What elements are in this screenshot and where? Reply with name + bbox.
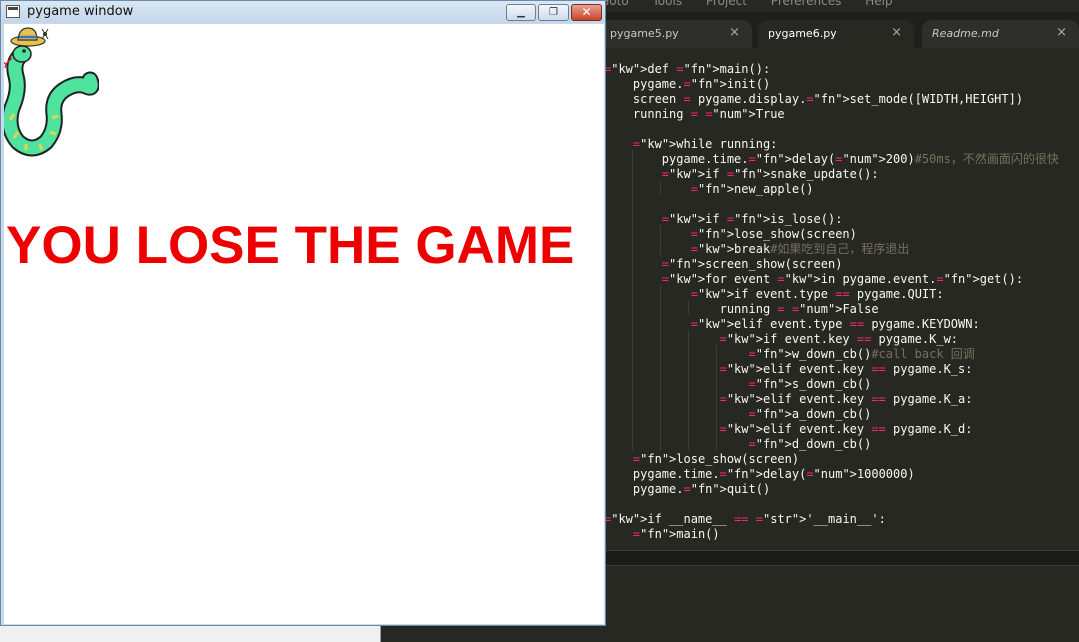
tab-label: pygame6.py xyxy=(768,27,837,40)
window-title: pygame window xyxy=(27,4,134,19)
code-line[interactable]: ="kw">elif event.type == pygame.KEYDOWN: xyxy=(604,317,1059,332)
window-titlebar[interactable]: pygame window ▁ ❐ ✕ xyxy=(1,1,605,23)
tab-label: pygame5.py xyxy=(610,27,679,40)
code-line[interactable] xyxy=(604,497,1059,512)
menu-preferences[interactable]: Preferences xyxy=(771,0,842,8)
maximize-button[interactable]: ❐ xyxy=(538,4,569,21)
code-line[interactable]: pygame.time.="fn">delay(="num">1000000) xyxy=(604,467,1059,482)
tab-label: Readme.md xyxy=(932,27,999,40)
tab-close-icon[interactable]: × xyxy=(1056,25,1067,40)
code-line[interactable]: ="fn">main() xyxy=(604,527,1059,542)
code-line[interactable]: ="kw">def ="fn">main(): xyxy=(604,62,1059,77)
pygame-window[interactable]: pygame window ▁ ❐ ✕ YOU LOSE THE GAME xyxy=(0,0,606,626)
game-canvas[interactable]: YOU LOSE THE GAME xyxy=(4,24,604,624)
code-line[interactable]: ="kw">elif event.key == pygame.K_s: xyxy=(604,362,1059,377)
editor-menubar: Goto Tools Project Preferences Help xyxy=(600,0,1079,8)
code-line[interactable]: ="kw">if ="fn">is_lose(): xyxy=(604,212,1059,227)
code-line[interactable]: pygame.time.="fn">delay(="num">200)#50ms… xyxy=(604,152,1059,167)
menu-help[interactable]: Help xyxy=(865,0,892,8)
code-line[interactable]: ="kw">elif event.key == pygame.K_a: xyxy=(604,392,1059,407)
python-snake-logo xyxy=(4,27,99,157)
code-line[interactable]: ="fn">new_apple() xyxy=(604,182,1059,197)
tab-readme[interactable]: Readme.md × xyxy=(922,20,1079,48)
code-line[interactable]: pygame.="fn">init() xyxy=(604,77,1059,92)
code-line[interactable]: ="kw">if event.type == pygame.QUIT: xyxy=(604,287,1059,302)
code-line[interactable]: ="fn">lose_show(screen) xyxy=(604,452,1059,467)
code-line[interactable]: ="kw">elif event.key == pygame.K_d: xyxy=(604,422,1059,437)
code-line[interactable]: ="fn">w_down_cb()#call back 回调 xyxy=(604,347,1059,362)
code-line[interactable]: running = ="num">False xyxy=(604,302,1059,317)
code-line[interactable]: running = ="num">True xyxy=(604,107,1059,122)
menu-tools[interactable]: Tools xyxy=(653,0,683,8)
close-button[interactable]: ✕ xyxy=(571,4,602,21)
game-over-message: YOU LOSE THE GAME xyxy=(6,216,575,275)
background-window-strip xyxy=(0,626,381,642)
code-line[interactable]: ="kw">for event ="kw">in pygame.event.="… xyxy=(604,272,1059,287)
code-area[interactable]: ="kw">def ="fn">main(): pygame.="fn">ini… xyxy=(604,62,1059,542)
code-line[interactable] xyxy=(604,197,1059,212)
code-line[interactable] xyxy=(604,122,1059,137)
window-app-icon xyxy=(6,5,20,18)
editor-tabbar: pygame5.py × pygame6.py × Readme.md × xyxy=(600,12,1079,48)
code-line[interactable]: pygame.="fn">quit() xyxy=(604,482,1059,497)
code-line[interactable]: ="fn">s_down_cb() xyxy=(604,377,1059,392)
code-line[interactable]: ="fn">a_down_cb() xyxy=(604,407,1059,422)
code-line[interactable]: ="kw">if event.key == pygame.K_w: xyxy=(604,332,1059,347)
code-line[interactable]: ="kw">while running: xyxy=(604,137,1059,152)
tab-pygame5[interactable]: pygame5.py × xyxy=(600,20,752,48)
minimize-button[interactable]: ▁ xyxy=(506,4,536,21)
tab-close-icon[interactable]: × xyxy=(729,25,740,40)
tab-pygame6[interactable]: pygame6.py × xyxy=(758,20,914,48)
menu-project[interactable]: Project xyxy=(706,0,747,8)
console-panel[interactable] xyxy=(604,566,1079,642)
code-line[interactable]: ="kw">break#如果吃到自己，程序退出 xyxy=(604,242,1059,257)
code-line[interactable]: ="fn">screen_show(screen) xyxy=(604,257,1059,272)
code-line[interactable]: screen = pygame.display.="fn">set_mode([… xyxy=(604,92,1059,107)
code-line[interactable]: ="fn">d_down_cb() xyxy=(604,437,1059,452)
code-line[interactable]: ="kw">if ="fn">snake_update(): xyxy=(604,167,1059,182)
code-line[interactable]: ="fn">lose_show(screen) xyxy=(604,227,1059,242)
panel-divider[interactable] xyxy=(604,550,1079,566)
code-line[interactable]: ="kw">if __name__ == ="str">'__main__': xyxy=(604,512,1059,527)
tab-close-icon[interactable]: × xyxy=(891,25,902,40)
